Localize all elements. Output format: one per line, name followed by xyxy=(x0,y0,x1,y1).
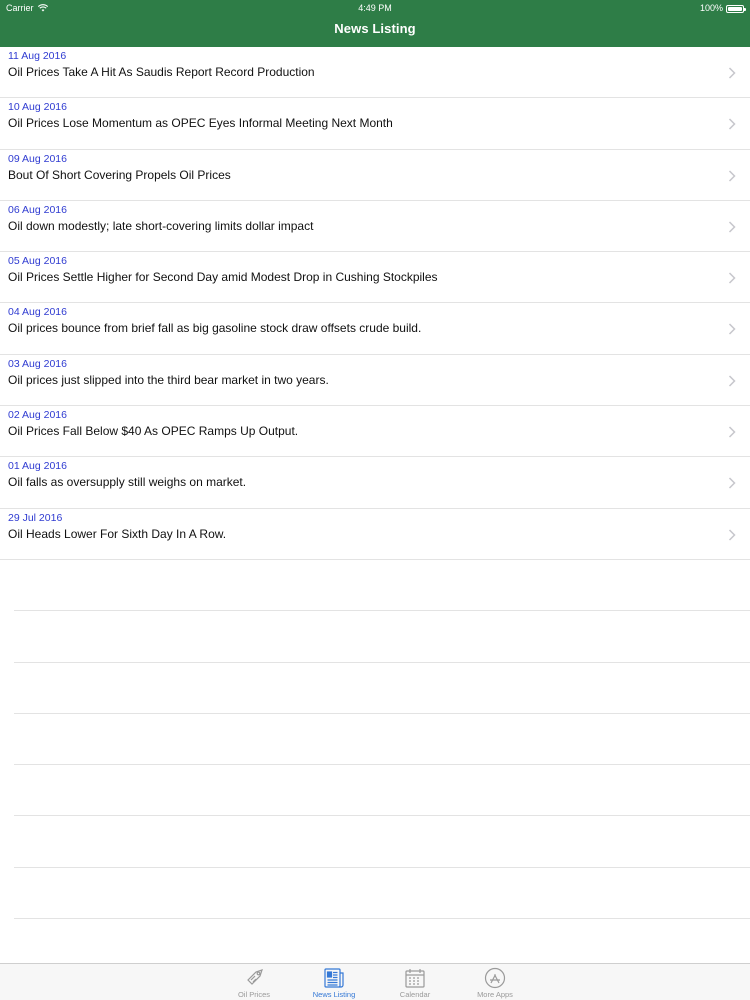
news-row[interactable]: 02 Aug 2016 Oil Prices Fall Below $40 As… xyxy=(0,406,750,458)
tab-label: News Listing xyxy=(312,990,356,999)
news-date: 04 Aug 2016 xyxy=(8,306,67,319)
app-screen: Carrier 4:49 PM 100% News Listing 11 Aug… xyxy=(0,0,750,1000)
tab-news-listing[interactable]: News Listing xyxy=(299,964,369,1000)
tab-more-apps[interactable]: More Apps xyxy=(460,964,530,1000)
news-title: Oil falls as oversupply still weighs on … xyxy=(8,475,247,490)
chevron-right-icon xyxy=(728,477,736,489)
status-bar: Carrier 4:49 PM 100% xyxy=(0,0,750,16)
news-date: 11 Aug 2016 xyxy=(8,50,67,62)
chevron-right-icon xyxy=(728,426,736,438)
news-date: 05 Aug 2016 xyxy=(8,255,67,268)
news-title: Oil Prices Fall Below $40 As OPEC Ramps … xyxy=(8,424,299,439)
page-title: News Listing xyxy=(334,21,416,36)
chevron-right-icon xyxy=(728,529,736,541)
chevron-right-icon xyxy=(728,118,736,130)
news-row[interactable]: 11 Aug 2016 Oil Prices Take A Hit As Sau… xyxy=(0,47,750,99)
empty-row-separator xyxy=(14,560,750,612)
news-title: Oil prices bounce from brief fall as big… xyxy=(8,321,422,336)
tab-calendar[interactable]: Calendar xyxy=(380,964,450,1000)
empty-row-separator xyxy=(14,611,750,663)
news-title: Oil Heads Lower For Sixth Day In A Row. xyxy=(8,526,227,541)
empty-table-rows xyxy=(14,560,750,920)
price-tag-icon xyxy=(247,969,263,985)
chevron-right-icon xyxy=(728,323,736,336)
battery-indicator: 100% xyxy=(699,0,746,16)
empty-row-separator xyxy=(14,765,750,817)
tab-bar: Oil Prices News Listing Calendar More Ap… xyxy=(0,963,750,1000)
news-row[interactable]: 03 Aug 2016 Oil prices just slipped into… xyxy=(0,355,750,407)
tab-oil-prices[interactable]: Oil Prices xyxy=(219,964,289,1000)
empty-row-separator xyxy=(14,816,750,868)
status-time: 4:49 PM xyxy=(358,3,392,13)
news-title: Oil down modestly; late short-covering l… xyxy=(8,218,314,233)
news-row[interactable]: 04 Aug 2016 Oil prices bounce from brief… xyxy=(0,303,750,355)
newspaper-icon xyxy=(324,968,344,988)
news-title: Oil Prices Lose Momentum as OPEC Eyes In… xyxy=(8,116,393,131)
chevron-right-icon xyxy=(728,67,736,79)
header: Carrier 4:49 PM 100% News Listing xyxy=(0,0,750,47)
news-date: 29 Jul 2016 xyxy=(8,511,63,524)
tab-label: Calendar xyxy=(399,990,431,999)
news-date: 03 Aug 2016 xyxy=(8,357,67,370)
news-row[interactable]: 09 Aug 2016 Bout Of Short Covering Prope… xyxy=(0,150,750,201)
empty-row-separator xyxy=(14,714,750,766)
news-title: Bout Of Short Covering Propels Oil Price… xyxy=(8,167,231,182)
news-row[interactable]: 10 Aug 2016 Oil Prices Lose Momentum as … xyxy=(0,98,750,150)
chevron-right-icon xyxy=(728,170,736,182)
empty-row-separator xyxy=(14,868,750,920)
news-row[interactable]: 29 Jul 2016 Oil Heads Lower For Sixth Da… xyxy=(0,509,750,560)
news-date: 02 Aug 2016 xyxy=(8,409,67,422)
tab-label: More Apps xyxy=(477,990,513,999)
news-list: 11 Aug 2016 Oil Prices Take A Hit As Sau… xyxy=(0,47,750,560)
news-row[interactable]: 06 Aug 2016 Oil down modestly; late shor… xyxy=(0,201,750,253)
news-date: 10 Aug 2016 xyxy=(8,101,67,114)
news-title: Oil Prices Settle Higher for Second Day … xyxy=(8,270,438,285)
chevron-right-icon xyxy=(728,221,736,233)
news-date: 06 Aug 2016 xyxy=(8,203,67,216)
battery-percent: 100% xyxy=(699,3,723,13)
news-title: Oil Prices Take A Hit As Saudis Report R… xyxy=(8,65,315,79)
battery-icon xyxy=(726,4,746,13)
app-store-icon xyxy=(484,967,506,989)
news-title: Oil prices just slipped into the third b… xyxy=(8,372,329,387)
news-row[interactable]: 05 Aug 2016 Oil Prices Settle Higher for… xyxy=(0,252,750,304)
chevron-right-icon xyxy=(728,375,736,387)
tab-label: Oil Prices xyxy=(237,990,271,999)
calendar-icon xyxy=(405,969,425,988)
empty-row-separator xyxy=(14,663,750,714)
news-row[interactable]: 01 Aug 2016 Oil falls as oversupply stil… xyxy=(0,457,750,509)
news-date: 09 Aug 2016 xyxy=(8,152,67,165)
news-date: 01 Aug 2016 xyxy=(8,460,67,473)
chevron-right-icon xyxy=(728,272,736,284)
